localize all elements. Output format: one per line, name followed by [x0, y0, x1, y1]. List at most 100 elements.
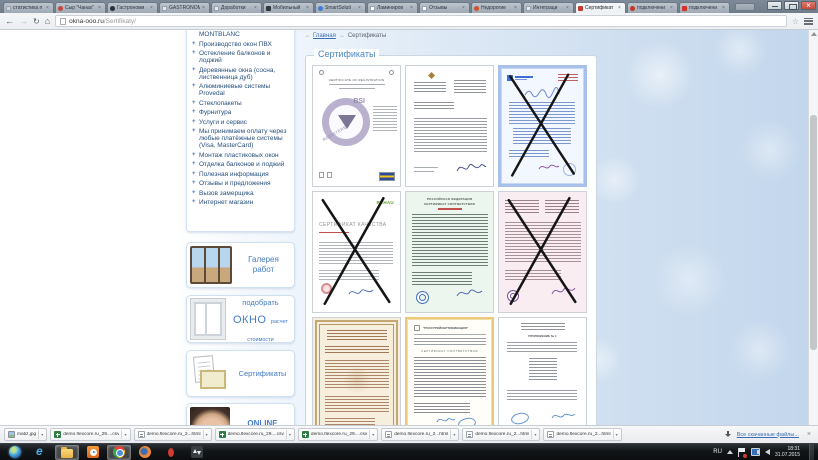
certificates-widget[interactable]: Сертификаты — [186, 350, 295, 397]
caret-down-icon[interactable] — [616, 432, 618, 437]
browser-tab[interactable]: Мобильный — [263, 2, 314, 13]
gallery-widget[interactable]: Галереяработ — [186, 242, 295, 288]
speaker-icon[interactable] — [765, 449, 770, 455]
sidebar-menu-item[interactable]: Монтаж пластиковых окон — [192, 152, 289, 159]
tab-close-icon[interactable] — [410, 6, 415, 11]
window-calculator-widget[interactable]: подобрать ОКНО расчет стоимости — [186, 295, 295, 343]
sidebar-menu-item[interactable]: Полезная информация — [192, 171, 289, 178]
download-item[interactable]: matiz.jpg — [4, 428, 47, 441]
forward-icon[interactable] — [19, 17, 28, 26]
sidebar-menu-item[interactable]: Интернет магазин — [192, 199, 289, 206]
bookmark-star-icon[interactable] — [792, 17, 799, 26]
sidebar-menu-item[interactable]: Деревянные окна (сосна, лиственница дуб) — [192, 67, 289, 81]
close-window-button[interactable] — [801, 1, 816, 10]
tab-close-icon[interactable] — [462, 6, 467, 11]
tab-close-icon[interactable] — [306, 6, 311, 11]
sidebar-menu-item[interactable]: Остекление балконов и лоджий — [192, 50, 289, 64]
browser-tab[interactable]: подключени — [627, 2, 678, 13]
browser-tab[interactable]: Сертификат — [575, 2, 626, 13]
caret-down-icon[interactable] — [41, 432, 43, 437]
tab-close-icon[interactable] — [202, 6, 207, 11]
certificate-marketing[interactable] — [498, 65, 587, 187]
certificate-gost[interactable]: РОССИЙСКАЯ ФЕДЕРАЦИЯ СЕРТИФИКАТ СООТВЕТС… — [405, 191, 494, 313]
taskbar-app-button[interactable] — [81, 445, 105, 460]
browser-tab[interactable]: Интеграци — [523, 2, 574, 13]
browser-tab[interactable]: Отзывы — [419, 2, 470, 13]
download-item[interactable]: demo.flexcore.ru_29....csv — [50, 428, 130, 441]
caret-down-icon[interactable] — [453, 432, 455, 437]
caret-down-icon[interactable] — [534, 432, 536, 437]
clock[interactable]: 18:3131.07.2015 — [775, 446, 800, 458]
browser-tab[interactable]: Сыр "Чанах" — [55, 2, 106, 13]
certificate-sanitary-conclusion[interactable] — [312, 317, 401, 425]
sidebar-menu-item[interactable]: Алюминиевые системы Provedal — [192, 83, 289, 97]
sidebar-menu-item[interactable]: Мы принимаем оплату через любые платёжны… — [192, 128, 289, 149]
taskbar-app-button[interactable] — [3, 445, 27, 460]
certificate-rosstroy[interactable]: "РОССТРОЙСЕРТИФИКАЦИЯ" СЕРТИФИКАТ СООТВЕ… — [405, 317, 494, 425]
taskbar-app-button[interactable] — [133, 445, 157, 460]
download-item[interactable]: demo.flexcore.ru_29....csv — [215, 428, 295, 441]
caret-down-icon[interactable] — [206, 432, 208, 437]
action-center-flag-icon[interactable] — [738, 448, 746, 457]
tab-close-icon[interactable] — [670, 6, 675, 11]
tray-expand-icon[interactable] — [727, 450, 733, 454]
tab-close-icon[interactable] — [46, 6, 51, 11]
certificate-bsi-registration[interactable]: CERTIFICATE OF REGISTRATION BSI REGISTER… — [312, 65, 401, 187]
sidebar-menu-item[interactable]: Услуги и сервис — [192, 119, 289, 126]
download-item[interactable]: demo.flexcore.ru_2...html — [134, 428, 212, 441]
certificate-official-letter[interactable] — [405, 65, 494, 187]
taskbar-app-button[interactable] — [55, 445, 79, 460]
maximize-button[interactable] — [784, 1, 799, 10]
minimize-button[interactable] — [767, 1, 782, 10]
home-icon[interactable] — [45, 17, 50, 26]
browser-tab[interactable]: Гастрономи — [107, 2, 158, 13]
tab-close-icon[interactable] — [358, 6, 363, 11]
browser-tab[interactable]: Ламиниров — [367, 2, 418, 13]
download-item[interactable]: demo.flexcore.ru_2...html — [462, 428, 540, 441]
scrollbar-thumb[interactable] — [810, 115, 817, 350]
refresh-icon[interactable] — [33, 17, 40, 26]
browser-tab[interactable]: статистика п — [3, 2, 54, 13]
tab-close-icon[interactable] — [514, 6, 519, 11]
caret-down-icon[interactable] — [289, 432, 291, 437]
language-indicator[interactable]: RU — [713, 449, 722, 455]
taskbar-app-button[interactable] — [185, 445, 209, 460]
tab-close-icon[interactable] — [618, 6, 623, 11]
sidebar-menu-item[interactable]: Производство окон ПВХ — [192, 41, 289, 48]
tab-close-icon[interactable] — [566, 6, 571, 11]
sidebar-menu-item[interactable]: MONTBLANC — [192, 31, 289, 38]
sidebar-menu-item[interactable]: Стеклопакеты — [192, 100, 289, 107]
sidebar-menu-item[interactable]: Фурнитура — [192, 109, 289, 116]
tab-close-icon[interactable] — [254, 6, 259, 11]
page-scrollbar[interactable] — [808, 30, 818, 425]
caret-down-icon[interactable] — [124, 432, 126, 437]
download-item[interactable]: demo.flexcore.ru_2...html — [381, 428, 459, 441]
breadcrumb-home-link[interactable]: Главная — [313, 33, 336, 39]
certificate-rehau-quality[interactable]: REHAU СЕРТИФИКАТ КАЧЕСТВА — [312, 191, 401, 313]
certificate-appendix-1[interactable]: ПРИЛОЖЕНИЕ № 1 — [498, 317, 587, 425]
scroll-up-icon[interactable] — [811, 32, 817, 36]
tab-close-icon[interactable] — [98, 6, 103, 11]
sidebar-menu-item[interactable]: Отзывы и предложения — [192, 180, 289, 187]
browser-tab[interactable]: SmartSoluti — [315, 2, 366, 13]
taskbar-app-button[interactable] — [107, 445, 131, 460]
show-all-downloads-link[interactable]: Все скачанные файлы... — [737, 432, 799, 438]
sidebar-menu-item[interactable]: Отделка балконов и лоджий — [192, 161, 289, 168]
certificate-pink[interactable] — [498, 191, 587, 313]
tab-close-icon[interactable] — [722, 6, 727, 11]
back-icon[interactable] — [5, 17, 14, 26]
browser-menu-icon[interactable] — [804, 18, 813, 25]
taskbar-app-button[interactable] — [29, 445, 53, 460]
close-downloads-bar-icon[interactable] — [807, 431, 811, 438]
new-tab-button[interactable] — [735, 3, 755, 11]
browser-tab[interactable]: Доработки — [211, 2, 262, 13]
download-item[interactable]: demo.flexcore.ru_29....csv — [298, 428, 378, 441]
browser-tab[interactable]: GASTRONOM — [159, 2, 210, 13]
browser-tab[interactable]: Недорогие — [471, 2, 522, 13]
caret-down-icon[interactable] — [372, 432, 374, 437]
download-item[interactable]: demo.flexcore.ru_2...html — [543, 428, 621, 441]
browser-tab[interactable]: подключени — [679, 2, 730, 13]
sidebar-menu-item[interactable]: Вызов замерщика — [192, 190, 289, 197]
taskbar-app-button[interactable] — [159, 445, 183, 460]
address-bar[interactable]: okna-ooo.ru/Sertifikaty/ — [55, 15, 787, 27]
